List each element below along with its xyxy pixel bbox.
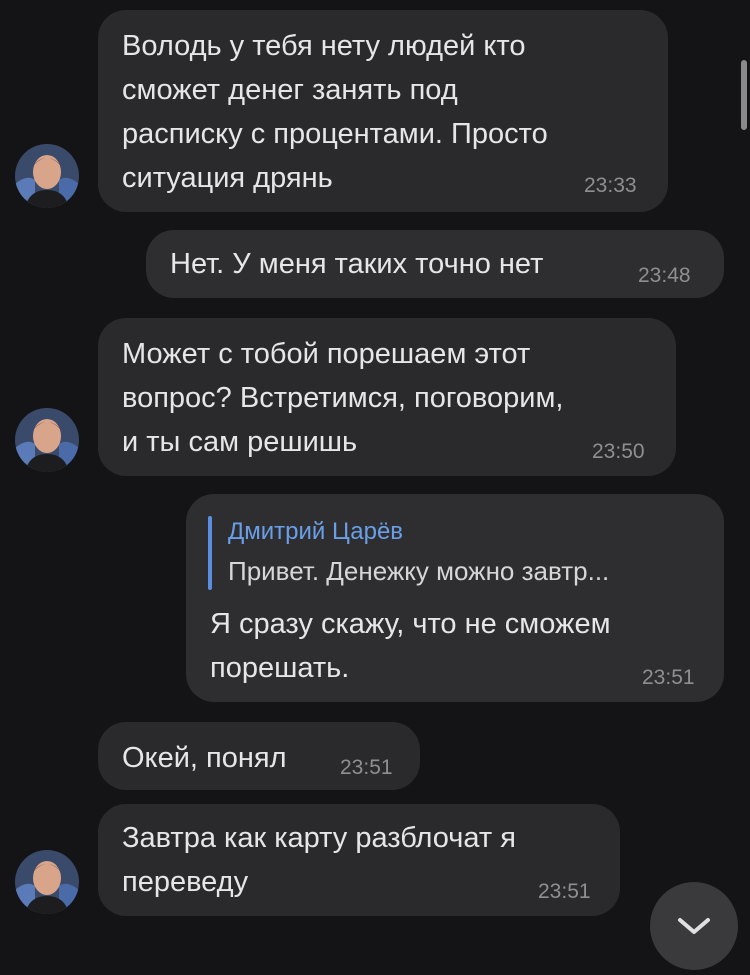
avatar-image: [15, 144, 79, 208]
message-time: 23:48: [638, 264, 691, 287]
scroll-to-bottom-button[interactable]: [650, 882, 738, 970]
avatar-image: [15, 408, 79, 472]
sender-avatar[interactable]: [15, 408, 79, 472]
sender-avatar[interactable]: [15, 144, 79, 208]
message-time: 23:33: [584, 174, 637, 197]
message-text: Нет. У меня таких точно нет: [170, 248, 544, 280]
message-time: 23:50: [592, 440, 645, 463]
message-text: Завтра как карту разблочат я переведу: [122, 822, 516, 898]
avatar-image: [15, 850, 79, 914]
message-bubble-outgoing[interactable]: Дмитрий Царёв Привет. Денежку можно завт…: [186, 494, 724, 702]
message-text: Володь у тебя нету людей кто сможет дене…: [122, 30, 548, 194]
reply-author[interactable]: Дмитрий Царёв: [228, 518, 403, 546]
message-time: 23:51: [340, 756, 393, 779]
reply-preview[interactable]: Привет. Денежку можно завтр...: [228, 556, 609, 587]
message-bubble-incoming[interactable]: Володь у тебя нету людей кто сможет дене…: [98, 10, 668, 212]
message-text: Я сразу скажу, что не сможем порешать.: [210, 608, 611, 684]
message-time: 23:51: [642, 666, 695, 689]
sender-avatar[interactable]: [15, 850, 79, 914]
message-text: Окей, понял: [122, 742, 287, 774]
chat-scrollbar[interactable]: [741, 60, 747, 130]
chevron-down-icon: [678, 918, 710, 934]
message-bubble-incoming[interactable]: Завтра как карту разблочат я переведу 23…: [98, 804, 620, 916]
reply-quote-bar: [208, 516, 212, 590]
message-bubble-incoming[interactable]: Окей, понял 23:51: [98, 722, 420, 790]
message-time: 23:51: [538, 880, 591, 903]
message-bubble-incoming[interactable]: Может с тобой порешаем этот вопрос? Встр…: [98, 318, 676, 476]
message-bubble-outgoing[interactable]: Нет. У меня таких точно нет 23:48: [146, 230, 724, 298]
message-text: Может с тобой порешаем этот вопрос? Встр…: [122, 338, 564, 458]
